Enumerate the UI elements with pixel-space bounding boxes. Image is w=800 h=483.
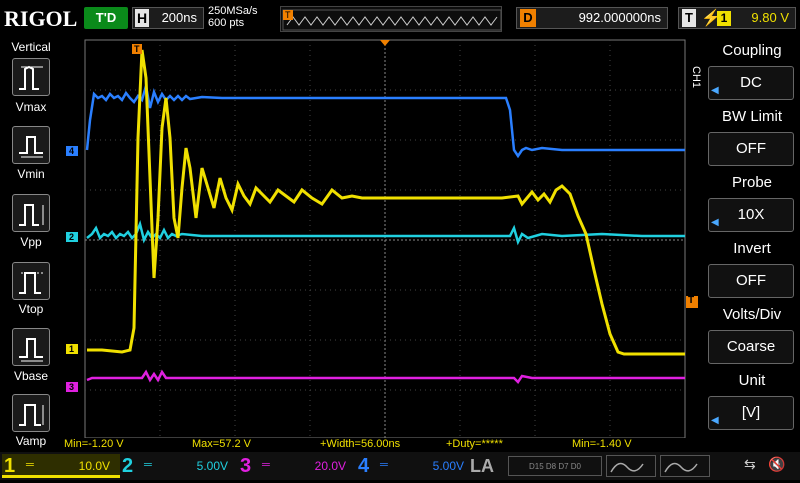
bw-limit-option[interactable]: OFF	[708, 132, 794, 166]
trigger-display[interactable]: T ⚡ 1 9.80 V	[678, 7, 796, 29]
speaker-muted-icon[interactable]: 🔇	[768, 456, 785, 473]
memory-depth: 600 pts	[208, 17, 245, 29]
left-panel-title: Vertical	[11, 40, 51, 54]
timebase-display[interactable]: H 200ns	[132, 7, 204, 29]
ch3-status[interactable]: 3 ═ 20.0V	[238, 454, 356, 478]
vbase-button[interactable]	[12, 328, 50, 366]
timebase-key: H	[135, 9, 149, 27]
sine-wave-icon	[664, 462, 698, 473]
vtop-label: Vtop	[18, 302, 44, 316]
invert-value: OFF	[736, 272, 766, 289]
source1-button[interactable]	[606, 455, 656, 477]
vpp-icon	[19, 204, 44, 226]
arrow-left-icon: ◀	[711, 85, 719, 96]
trigger-position-marker: T	[134, 44, 140, 54]
vamp-icon	[19, 404, 44, 426]
ch4-marker: 4	[69, 146, 74, 156]
probe-option[interactable]: ◀ 10X	[708, 198, 794, 232]
unit-option[interactable]: ◀ [V]	[708, 396, 794, 430]
measure-width: +Width=56.00ns	[320, 438, 401, 450]
la-label[interactable]: LA	[470, 456, 494, 477]
ch3-coupling-icon: ═	[262, 459, 270, 471]
vtop-icon	[19, 272, 43, 294]
ch2-coupling-icon: ═	[144, 459, 152, 471]
vbase-icon	[19, 338, 43, 362]
timebase-value: 200ns	[161, 10, 197, 25]
trigger-level: 9.80 V	[751, 10, 789, 25]
ch4-scale: 5.00V	[432, 459, 464, 473]
arrow-left-icon: ◀	[711, 217, 719, 228]
coupling-option[interactable]: ◀ DC	[708, 66, 794, 100]
vmin-label: Vmin	[17, 167, 45, 181]
ch1-marker: 1	[69, 344, 74, 354]
delay-display[interactable]: D 992.000000ns	[516, 7, 668, 29]
usb-icon: ⇆	[744, 456, 756, 472]
memory-trigger-marker: T	[285, 10, 291, 20]
ch2-status[interactable]: 2 ═ 5.00V	[120, 454, 238, 478]
memory-overview[interactable]: T	[280, 6, 502, 32]
arrow-left-icon: ◀	[711, 415, 719, 426]
coupling-title: Coupling	[722, 42, 782, 59]
ch4-status[interactable]: 4 ═ 5.00V	[356, 454, 474, 478]
waveform-display[interactable]: 4 2 1 3 T	[62, 38, 686, 439]
measure-max: Max=57.2 V	[192, 438, 252, 450]
vamp-label: Vamp	[15, 434, 47, 448]
trigger-level-marker-label: T	[688, 295, 695, 306]
vmax-icon	[19, 65, 43, 90]
ch2-number: 2	[122, 455, 134, 477]
ch1-coupling-icon: ═	[26, 459, 34, 471]
vpp-button[interactable]	[12, 194, 50, 232]
trigger-level-marker[interactable]: T	[686, 295, 698, 308]
volts-div-title: Volts/Div	[722, 306, 782, 323]
brand-logo: RIGOL	[4, 6, 78, 31]
source2-button[interactable]	[660, 455, 710, 477]
vmax-button[interactable]	[12, 58, 50, 96]
ch2-marker: 2	[69, 232, 74, 242]
measure-min-ch2: Min=-1.40 V	[572, 438, 632, 450]
bw-limit-value: OFF	[736, 140, 766, 157]
measure-min-ch1: Min=-1.20 V	[64, 438, 124, 450]
sine-wave-icon	[610, 462, 644, 473]
vpp-label: Vpp	[20, 235, 42, 249]
unit-title: Unit	[738, 372, 766, 389]
bw-limit-title: BW Limit	[722, 108, 782, 125]
coupling-value: DC	[740, 74, 762, 91]
ch1-status[interactable]: 1 ═ 10.0V	[2, 454, 120, 478]
waveform-graticule: 4 2 1 3 T	[66, 39, 686, 439]
ch3-scale: 20.0V	[314, 459, 346, 473]
probe-title: Probe	[731, 174, 773, 191]
delay-key: D	[520, 9, 536, 27]
trigger-source: 1	[717, 11, 731, 26]
ch4-number: 4	[358, 455, 370, 477]
vmin-icon	[19, 136, 43, 158]
measure-duty: +Duty=*****	[446, 438, 503, 450]
vtop-button[interactable]	[12, 262, 50, 300]
volts-div-option[interactable]: Coarse	[708, 330, 794, 364]
trigger-key: T	[682, 9, 696, 27]
vmax-label: Vmax	[15, 100, 47, 114]
volts-div-value: Coarse	[726, 338, 776, 355]
vamp-button[interactable]	[12, 394, 50, 432]
ch1-number: 1	[4, 455, 16, 477]
vbase-label: Vbase	[13, 369, 49, 383]
ch4-coupling-icon: ═	[380, 459, 388, 471]
ch3-number: 3	[240, 455, 252, 477]
delay-value: 992.000000ns	[578, 10, 661, 25]
la-channel-grid: D15 D8 D7 D0	[508, 456, 602, 476]
measurement-bar: Min=-1.20 V Max=57.2 V +Width=56.00ns +D…	[62, 438, 686, 452]
memory-waveform-icon: T	[282, 9, 502, 31]
invert-option[interactable]: OFF	[708, 264, 794, 298]
probe-value: 10X	[737, 206, 765, 223]
unit-value: [V]	[741, 404, 761, 421]
vmin-button[interactable]	[12, 126, 50, 164]
ch1-scale: 10.0V	[78, 459, 110, 473]
invert-title: Invert	[733, 240, 771, 257]
menu-channel-tag: CH1	[690, 66, 702, 89]
ch3-marker: 3	[69, 382, 74, 392]
ch2-scale: 5.00V	[196, 459, 228, 473]
acquisition-info: 250MSa/s 600 pts	[208, 5, 258, 29]
sample-rate: 250MSa/s	[208, 5, 258, 17]
trigger-status-badge: T'D	[84, 7, 128, 29]
